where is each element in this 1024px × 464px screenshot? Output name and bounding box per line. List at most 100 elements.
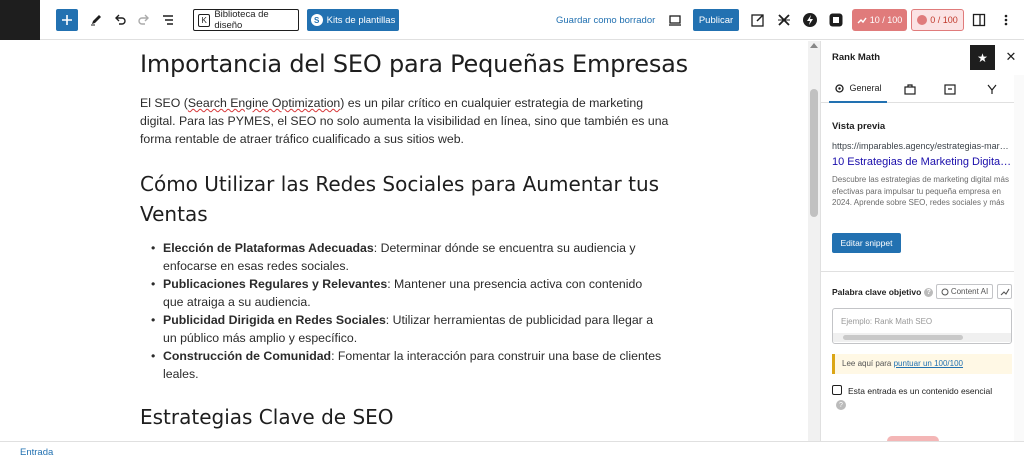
- list-item-bold: Elección de Plataformas Adecuadas: [163, 241, 374, 255]
- list-item[interactable]: Publicaciones Regulares y Relevantes: Ma…: [151, 275, 663, 311]
- trends-button[interactable]: [997, 284, 1012, 299]
- template-kits-label: Kits de plantillas: [326, 14, 396, 26]
- spellcheck-term: Search Engine Optimization: [187, 96, 341, 110]
- focus-keyword-text: Palabra clave objetivo: [832, 287, 922, 297]
- plus-icon: [62, 15, 72, 25]
- list-item[interactable]: Construcción de Comunidad: Fomentar la i…: [151, 347, 663, 383]
- desktop-preview-icon: [669, 15, 681, 26]
- heading-estrategias-seo[interactable]: Estrategias Clave de SEO: [140, 405, 394, 429]
- keyword-input-scrollbar[interactable]: [833, 333, 1011, 342]
- sidebar-title: Rank Math: [832, 52, 881, 63]
- pillar-content-checkbox[interactable]: [832, 385, 842, 395]
- paragraph-seo-intro[interactable]: El SEO (Search Engine Optimization) es u…: [140, 94, 680, 148]
- tab-social[interactable]: [977, 75, 1007, 103]
- info-icon[interactable]: ?: [836, 400, 846, 410]
- sidebar-tabs: General: [821, 75, 1024, 103]
- snippet-description: Descubre las estrategias de marketing di…: [832, 175, 1009, 207]
- sidebar-divider: [821, 271, 1024, 272]
- editor-scrollbar[interactable]: [808, 41, 820, 441]
- close-icon: ✕: [1005, 49, 1017, 64]
- content-score-icon: [917, 15, 928, 25]
- heading-redes-sociales[interactable]: Cómo Utilizar las Redes Sociales para Au…: [140, 169, 660, 229]
- rank-math-sidebar: Rank Math ★ ✕ General Vista previa https…: [820, 41, 1024, 441]
- list-item-bold: Publicaciones Regulares y Relevantes: [163, 277, 388, 291]
- gear-icon: [835, 83, 845, 93]
- edit-post-plugin-button[interactable]: [746, 8, 770, 32]
- heading-importancia-seo[interactable]: Importancia del SEO para Pequeñas Empres…: [140, 50, 688, 78]
- star-icon: ★: [977, 50, 988, 65]
- share-icon: [987, 84, 997, 94]
- pillar-content-label[interactable]: Esta entrada es un contenido esencial: [848, 386, 992, 396]
- tools-button[interactable]: [84, 8, 108, 32]
- content-ai-button[interactable]: Content AI: [936, 284, 993, 299]
- content-score-badge[interactable]: 0 / 100: [911, 9, 964, 31]
- seo-score-value: 10 / 100: [869, 15, 903, 25]
- kits-icon: S: [310, 14, 323, 26]
- tab-advanced[interactable]: [895, 75, 925, 103]
- score-tip-link[interactable]: puntuar un 100/100: [894, 359, 963, 368]
- chat-icon: [829, 13, 843, 27]
- edit-snippet-button[interactable]: Editar snippet: [832, 233, 901, 253]
- snippet-title: 10 Estrategias de Marketing Digital para…: [832, 156, 1012, 168]
- paragraph-text-start: El SEO (: [140, 96, 188, 110]
- snippet-url: https://imparables.agency/estrategias-ma…: [832, 141, 1012, 151]
- library-icon: K: [198, 13, 211, 27]
- redo-button[interactable]: [132, 8, 156, 32]
- editor-canvas[interactable]: Importancia del SEO para Pequeñas Empres…: [0, 41, 808, 441]
- focus-keyword-label: Palabra clave objetivo ?: [832, 287, 934, 297]
- list-item[interactable]: Publicidad Dirigida en Redes Sociales: U…: [151, 311, 663, 347]
- list-view-icon: [163, 15, 173, 25]
- document-overview-button[interactable]: [156, 8, 180, 32]
- keyword-input-scrollbar-thumb[interactable]: [843, 335, 963, 340]
- list-item-bold: Publicidad Dirigida en Redes Sociales: [163, 313, 386, 327]
- content-ai-icon: [941, 288, 949, 295]
- settings-sidebar-toggle[interactable]: [967, 8, 991, 32]
- tab-general[interactable]: General: [829, 75, 887, 103]
- block-inserter-button[interactable]: [56, 9, 78, 31]
- scroll-up-arrow-icon[interactable]: [810, 43, 818, 48]
- design-library-label: Biblioteca de diseño: [214, 9, 269, 31]
- schema-icon: [944, 83, 956, 95]
- list-item-bold: Construcción de Comunidad: [163, 349, 332, 363]
- editor-scrollbar-thumb[interactable]: [810, 89, 818, 217]
- notice-text: Lee aquí para: [842, 359, 894, 368]
- pin-sidebar-button[interactable]: ★: [970, 45, 995, 70]
- editor-toolbar: K Biblioteca de diseño S Kits de plantil…: [0, 0, 1024, 40]
- save-draft-button[interactable]: Guardar como borrador: [556, 12, 655, 28]
- chat-plugin-button[interactable]: [824, 8, 848, 32]
- pencil-icon: [91, 15, 101, 26]
- content-score-value: 0 / 100: [930, 15, 958, 25]
- plugin-x-icon: [778, 14, 790, 26]
- sidebar-toggle-icon: [972, 13, 986, 27]
- undo-icon: [115, 14, 126, 25]
- preview-section-title: Vista previa: [832, 121, 886, 132]
- more-vertical-icon: [1004, 14, 1008, 26]
- redo-icon: [138, 14, 149, 25]
- preview-button[interactable]: [663, 8, 687, 32]
- plugin-x-button[interactable]: [772, 8, 796, 32]
- seo-score-icon: [857, 17, 867, 24]
- trend-chart-icon: [1000, 288, 1009, 295]
- help-icon[interactable]: ?: [924, 287, 934, 297]
- wordpress-logo[interactable]: [0, 0, 40, 40]
- options-menu-button[interactable]: [994, 8, 1018, 32]
- undo-button[interactable]: [108, 8, 132, 32]
- editor-footer: Entrada: [0, 441, 1024, 464]
- toolbox-icon: [904, 83, 916, 95]
- tab-general-label: General: [849, 83, 882, 93]
- content-ai-label: Content AI: [950, 287, 989, 296]
- seo-score-badge[interactable]: 10 / 100: [852, 9, 907, 31]
- breadcrumb[interactable]: Entrada: [20, 447, 53, 458]
- tab-schema[interactable]: [935, 75, 965, 103]
- edit-icon: [751, 14, 764, 27]
- strategy-list[interactable]: Elección de Plataformas Adecuadas: Deter…: [151, 239, 663, 383]
- lightning-icon: [803, 13, 817, 27]
- list-item[interactable]: Elección de Plataformas Adecuadas: Deter…: [151, 239, 663, 275]
- score-tip-notice: Lee aquí para puntuar un 100/100: [832, 354, 1012, 374]
- sidebar-scrollbar[interactable]: [1014, 75, 1024, 441]
- close-sidebar-button[interactable]: ✕: [1001, 47, 1021, 67]
- template-kits-button[interactable]: S Kits de plantillas: [307, 9, 399, 31]
- design-library-button[interactable]: K Biblioteca de diseño: [193, 9, 299, 31]
- publish-button[interactable]: Publicar: [693, 9, 739, 31]
- lightning-plugin-button[interactable]: [798, 8, 822, 32]
